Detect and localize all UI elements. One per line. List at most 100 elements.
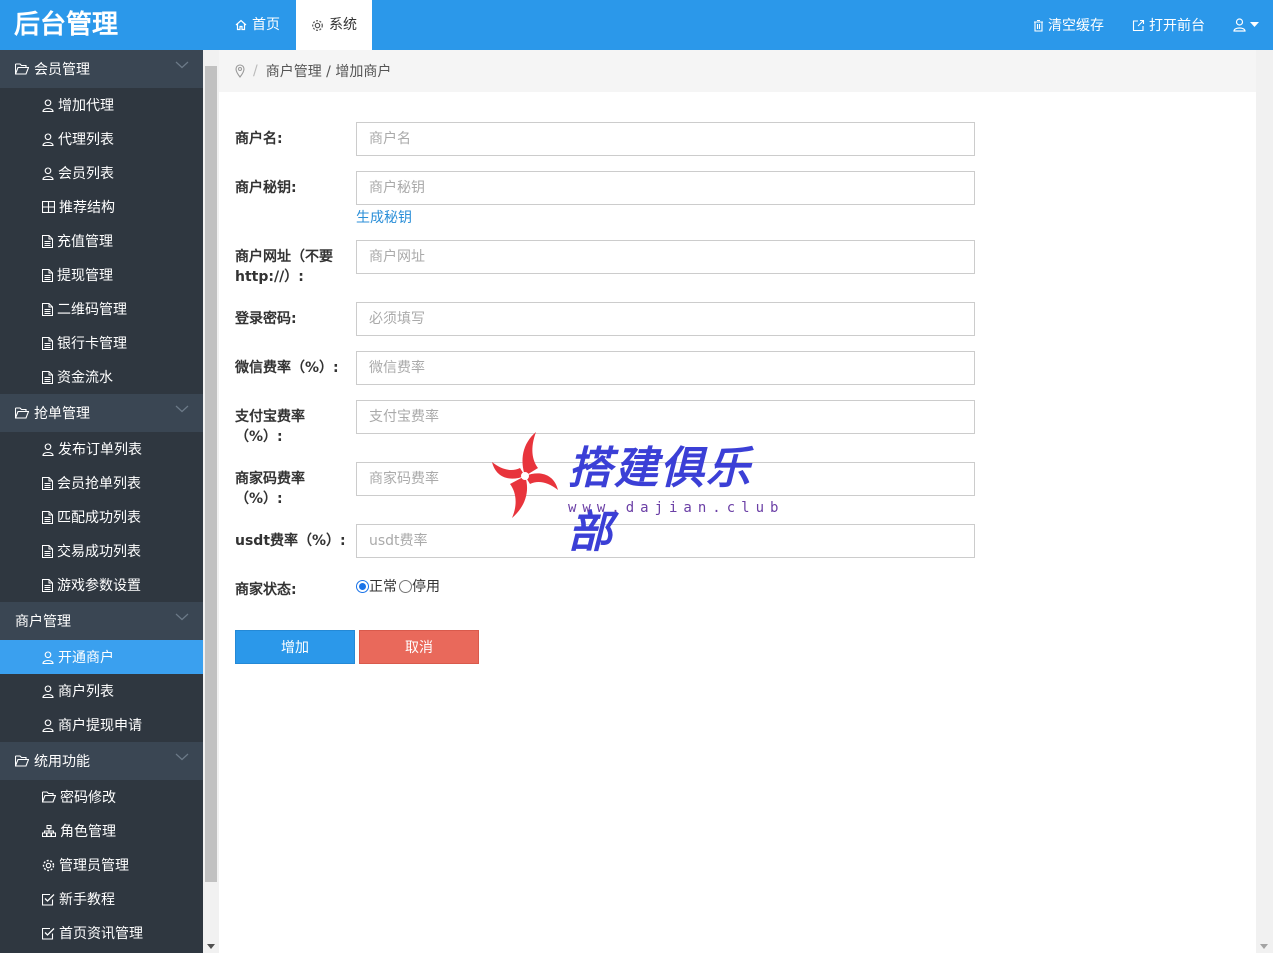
sidebar-item[interactable]: 首页资讯管理 xyxy=(0,916,203,950)
main-scrollbar[interactable] xyxy=(1256,50,1273,953)
sidebar-item-label: 会员列表 xyxy=(58,166,114,182)
user-icon xyxy=(42,650,54,664)
add-button[interactable]: 增加 xyxy=(235,630,355,664)
grid-icon xyxy=(42,201,55,213)
sidebar-item[interactable]: 商户列表 xyxy=(0,674,203,708)
sidebar-item[interactable]: 商户提现申请 xyxy=(0,708,203,742)
clear-cache-button[interactable]: 清空缓存 xyxy=(1033,15,1104,35)
wechat-rate-input[interactable] xyxy=(356,351,975,385)
sidebar-item[interactable]: 匹配成功列表 xyxy=(0,500,203,534)
brand-title: 后台管理 xyxy=(0,0,219,50)
alipay-rate-label-line2: （%）: xyxy=(235,429,283,445)
merchant-key-label: 商户秘钥: xyxy=(235,180,297,196)
sidebar-item[interactable]: 密码修改 xyxy=(0,780,203,814)
chevron-down-icon xyxy=(175,405,189,413)
user-icon xyxy=(42,684,54,698)
tab-system-label: 系统 xyxy=(329,17,357,33)
file-icon xyxy=(42,578,53,592)
sidebar-item-label: 增加代理 xyxy=(58,98,114,114)
sidebar-item-label: 提现管理 xyxy=(57,268,113,284)
folder-open-icon xyxy=(42,791,56,803)
user-icon xyxy=(42,98,54,112)
sidebar-item[interactable]: 管理员管理 xyxy=(0,848,203,882)
sidebar-item[interactable]: 会员抢单列表 xyxy=(0,466,203,500)
sidebar-item[interactable]: 提现管理 xyxy=(0,258,203,292)
merchant-name-input[interactable] xyxy=(356,122,975,156)
folder-open-icon xyxy=(15,407,29,419)
sidebar-item[interactable]: 角色管理 xyxy=(0,814,203,848)
user-icon xyxy=(1233,18,1246,32)
sidebar-item-label: 游戏参数设置 xyxy=(57,578,141,594)
open-frontend-button[interactable]: 打开前台 xyxy=(1132,15,1205,35)
chevron-down-icon xyxy=(175,753,189,761)
sidebar-item[interactable]: 增加代理 xyxy=(0,88,203,122)
sidebar-item[interactable]: 游戏参数设置 xyxy=(0,568,203,602)
sidebar-scroll-thumb[interactable] xyxy=(205,66,217,882)
sidebar-item[interactable]: 开通商户 xyxy=(0,640,203,674)
sidebar-group-2[interactable]: 商户管理 xyxy=(0,602,203,640)
tab-home[interactable]: 首页 xyxy=(219,0,296,50)
sidebar-group-1[interactable]: 抢单管理 xyxy=(0,394,203,432)
merchant-code-rate-label: 商家码费率 （%）: xyxy=(235,469,350,509)
file-icon xyxy=(42,234,53,248)
sidebar-item[interactable]: 银行卡管理 xyxy=(0,326,203,360)
user-menu-button[interactable] xyxy=(1233,18,1259,32)
merchant-url-input[interactable] xyxy=(356,240,975,274)
user-icon xyxy=(42,132,54,146)
breadcrumb: / 商户管理 / 增加商户 xyxy=(219,50,1256,92)
sidebar-group-3[interactable]: 统用功能 xyxy=(0,742,203,780)
main-scroll-down-arrow-icon[interactable] xyxy=(1260,944,1268,949)
watermark-text: 搭建俱乐部 xyxy=(568,443,752,558)
sidebar-item[interactable]: 代理列表 xyxy=(0,122,203,156)
scroll-down-arrow-icon[interactable] xyxy=(207,944,215,949)
check-square-icon xyxy=(42,927,55,940)
generate-key-link[interactable]: 生成秘钥 xyxy=(356,207,412,227)
gear-icon xyxy=(42,859,55,872)
sidebar-item[interactable]: 新手教程 xyxy=(0,882,203,916)
status-normal-radio[interactable] xyxy=(356,579,369,593)
status-disabled-label[interactable]: 停用 xyxy=(412,576,440,596)
chevron-down-icon xyxy=(175,61,189,69)
sidebar-group-0[interactable]: 会员管理 xyxy=(0,50,203,88)
sidebar-item[interactable]: 会员列表 xyxy=(0,156,203,190)
sidebar-item[interactable]: 推荐结构 xyxy=(0,190,203,224)
top-actions: 清空缓存 打开前台 xyxy=(1033,0,1273,50)
sidebar: 会员管理增加代理代理列表会员列表推荐结构充值管理提现管理二维码管理 银行卡管理资金… xyxy=(0,50,203,953)
merchant-code-rate-label-line1: 商家码费率 xyxy=(235,471,305,487)
alipay-rate-input[interactable] xyxy=(356,400,975,434)
location-icon xyxy=(235,64,245,78)
sidebar-item-label: 商户列表 xyxy=(58,684,114,700)
sidebar-item[interactable]: 充值管理 xyxy=(0,224,203,258)
status-normal-label[interactable]: 正常 xyxy=(369,576,397,596)
sidebar-item[interactable]: 二维码管理 xyxy=(0,292,203,326)
top-nav: 首页 系统 xyxy=(219,0,372,50)
file-icon xyxy=(42,302,53,316)
merchant-name-label: 商户名: xyxy=(235,131,283,147)
sidebar-item[interactable]: 交易成功列表 xyxy=(0,534,203,568)
sidebar-item-label: 新手教程 xyxy=(59,892,115,908)
sidebar-item[interactable]: 资金流水 xyxy=(0,360,203,394)
sidebar-item-label: 资金流水 xyxy=(57,370,113,386)
status-disabled-radio[interactable] xyxy=(399,579,412,593)
breadcrumb-path: 商户管理 / 增加商户 xyxy=(265,64,392,80)
login-password-input[interactable] xyxy=(356,302,975,336)
file-icon xyxy=(42,336,53,350)
sidebar-item[interactable]: 发布订单列表 xyxy=(0,432,203,466)
sidebar-item-label: 会员抢单列表 xyxy=(57,476,141,492)
sidebar-item-label: 充值管理 xyxy=(57,234,113,250)
tab-system[interactable]: 系统 xyxy=(296,0,372,50)
external-link-icon xyxy=(1132,19,1145,32)
file-icon xyxy=(42,544,53,558)
merchant-key-input[interactable] xyxy=(356,171,975,205)
sidebar-item-label: 密码修改 xyxy=(60,790,116,806)
merchant-code-rate-label-line2: （%）: xyxy=(235,491,283,507)
sidebar-scrollbar[interactable] xyxy=(203,50,219,953)
folder-open-icon xyxy=(15,63,29,75)
user-icon xyxy=(42,166,54,180)
file-icon xyxy=(42,510,53,524)
open-frontend-label: 打开前台 xyxy=(1149,18,1205,34)
sidebar-group-label: 商户管理 xyxy=(15,614,71,630)
trash-icon xyxy=(1033,19,1044,32)
cancel-button[interactable]: 取消 xyxy=(359,630,479,664)
watermark: 搭建俱乐部 www.dajian.club xyxy=(490,430,790,558)
